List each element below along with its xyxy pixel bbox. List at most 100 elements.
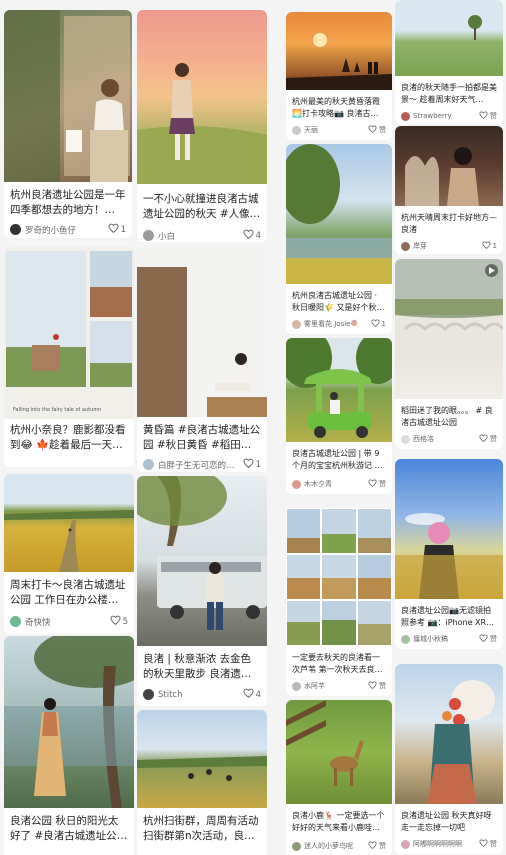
author-name[interactable]: Stitch: [158, 690, 239, 700]
feed-card[interactable]: 杭州天晴周末打卡好地方—良渚 岸芽 1: [395, 126, 503, 254]
post-cover-image[interactable]: [4, 636, 134, 808]
author-name[interactable]: 僵城小秋稿: [413, 634, 475, 644]
like-button[interactable]: 赞: [479, 111, 497, 121]
post-title[interactable]: 一不小心就撞进良渚古城遗址公园的秋天 #人像…: [143, 192, 261, 222]
author-name[interactable]: 天丽: [304, 125, 364, 135]
author-name[interactable]: 小白: [158, 230, 239, 242]
author-name[interactable]: 木木夕青: [304, 479, 364, 489]
post-cover-image[interactable]: [137, 710, 267, 808]
heart-icon[interactable]: [243, 688, 254, 701]
avatar[interactable]: [401, 634, 410, 644]
post-title[interactable]: 黄昏篇 #良渚古城遗址公园 #秋日黄昏 #稻田风…: [143, 423, 261, 453]
post-cover-image[interactable]: [395, 259, 503, 399]
post-cover-image[interactable]: Falling into the fairy tale of autumn: [4, 247, 134, 419]
post-title[interactable]: 周末打卡～良渚古城遗址公园 工作日在办公楼间…: [10, 578, 128, 608]
post-title[interactable]: 良渚遗址公园📷无滤镜拍照参考 📷：iPhone XR…: [401, 605, 497, 628]
heart-icon[interactable]: [368, 125, 377, 135]
heart-icon[interactable]: [479, 111, 488, 121]
like-button[interactable]: 4: [243, 229, 261, 242]
heart-icon[interactable]: [243, 229, 254, 242]
post-cover-image[interactable]: [137, 247, 267, 417]
like-button[interactable]: 赞: [479, 839, 497, 849]
author-name[interactable]: 迷人的小萝鸟呢: [304, 841, 364, 851]
feed-card[interactable]: 良渚 | 秋意渐浓 去金色的秋天里散步 良渚遗址公… Stitch 4: [137, 476, 267, 706]
post-cover-image[interactable]: [286, 144, 392, 284]
post-title[interactable]: 杭州小奈良？鹿影都没看到😂 🍁趁着最后一天…: [10, 423, 128, 453]
post-title[interactable]: 杭州天晴周末打卡好地方—良渚: [401, 212, 497, 235]
heart-icon[interactable]: [479, 434, 488, 444]
post-cover-image[interactable]: [286, 12, 392, 90]
feed-card[interactable]: 良渚小鹿🦌 一定要选一个好好的天气来看小鹿哇… 迷人的小萝鸟呢 赞: [286, 700, 392, 855]
post-cover-image[interactable]: [4, 10, 132, 182]
heart-icon[interactable]: [243, 458, 254, 471]
author-name[interactable]: 白胖子生无可恋的…: [158, 459, 239, 471]
author-name[interactable]: 雾里看花 Josie🍭: [304, 319, 367, 329]
feed-card[interactable]: 黄昏篇 #良渚古城遗址公园 #秋日黄昏 #稻田风… 白胖子生无可恋的… 1: [137, 247, 267, 472]
heart-icon[interactable]: [110, 615, 121, 628]
post-title[interactable]: 良渚的秋天随手一拍都是美景～ 趁着周末好天气…: [401, 82, 497, 105]
post-cover-image[interactable]: [395, 126, 503, 206]
post-cover-image[interactable]: [137, 476, 267, 646]
post-title[interactable]: 良渚古城遗址公园 | 带 9 个月的宝宝杭州秋游记 被小…: [292, 448, 386, 471]
feed-card[interactable]: 周末打卡～良渚古城遗址公园 工作日在办公楼间… 奇快快 5: [4, 474, 134, 634]
like-button[interactable]: 1: [108, 223, 126, 236]
avatar[interactable]: [143, 230, 154, 241]
feed-card[interactable]: 良渚遗址公园📷无滤镜拍照参考 📷：iPhone XR… 僵城小秋稿 赞: [395, 459, 503, 649]
feed-card[interactable]: Falling into the fairy tale of autumn 杭州…: [4, 247, 134, 467]
author-name[interactable]: 阿嘟啊啊啊啊啊: [413, 839, 475, 849]
feed-card[interactable]: 一不小心就撞进良渚古城遗址公园的秋天 #人像… 小白 4: [137, 10, 267, 242]
post-cover-image[interactable]: [286, 508, 392, 646]
heart-icon[interactable]: [371, 319, 380, 329]
avatar[interactable]: [143, 689, 154, 700]
like-button[interactable]: 赞: [368, 681, 386, 691]
like-button[interactable]: 5: [110, 615, 128, 628]
post-title[interactable]: 杭州良渚古城遗址公园 · 秋日暖阳🌾 又是好个秋…: [292, 290, 386, 313]
heart-icon[interactable]: [368, 479, 377, 489]
post-cover-image[interactable]: [395, 0, 503, 76]
feed-card[interactable]: 杭州良渚遗址公园是一年四季都想去的地方！ 杭… 罗奇的小鱼仔 1: [4, 10, 132, 238]
author-name[interactable]: 西格洛: [413, 434, 475, 444]
author-name[interactable]: 岸芽: [413, 241, 478, 251]
avatar[interactable]: [10, 616, 21, 627]
heart-icon[interactable]: [479, 634, 488, 644]
post-title[interactable]: 一定要去秋天的良渚看一次芦苇 第一次秋天去良…: [292, 652, 386, 675]
heart-icon[interactable]: [368, 681, 377, 691]
post-title[interactable]: 良渚公园 秋日的阳光太好了 #良渚古城遗址公园…: [10, 814, 128, 844]
heart-icon[interactable]: [108, 223, 119, 236]
post-title[interactable]: 良渚遗址公园 秋天真好呀 走一走忘掉一切吧: [401, 810, 497, 833]
like-button[interactable]: 1: [482, 241, 497, 251]
post-cover-image[interactable]: [395, 664, 503, 804]
heart-icon[interactable]: [368, 841, 377, 851]
avatar[interactable]: [401, 241, 410, 251]
like-button[interactable]: 赞: [368, 479, 386, 489]
avatar[interactable]: [401, 839, 410, 849]
post-cover-image[interactable]: [137, 10, 267, 184]
feed-card[interactable]: 杭州扫街群，周周有活动扫街群第n次活动，良…: [137, 710, 267, 855]
feed-card[interactable]: 良渚公园 秋日的阳光太好了 #良渚古城遗址公园…: [4, 636, 134, 855]
post-cover-image[interactable]: [395, 459, 503, 599]
heart-icon[interactable]: [482, 241, 491, 251]
post-cover-image[interactable]: [4, 474, 134, 572]
like-button[interactable]: 赞: [479, 434, 497, 444]
author-name[interactable]: 奇快快: [25, 616, 106, 628]
avatar[interactable]: [292, 125, 301, 135]
post-cover-image[interactable]: [286, 338, 392, 442]
avatar[interactable]: [401, 111, 410, 121]
feed-card[interactable]: 良渚遗址公园 秋天真好呀 走一走忘掉一切吧 阿嘟啊啊啊啊啊 赞: [395, 664, 503, 854]
post-title[interactable]: 杭州最美的秋天黄昏落霞🌅打卡攻略📷 良渚古…: [292, 96, 386, 119]
author-name[interactable]: 水阿芊: [304, 681, 364, 691]
post-title[interactable]: 杭州扫街群，周周有活动扫街群第n次活动，良…: [143, 814, 261, 844]
avatar[interactable]: [292, 841, 301, 851]
post-title[interactable]: 良渚 | 秋意渐浓 去金色的秋天里散步 良渚遗址公…: [143, 652, 261, 682]
like-button[interactable]: 赞: [368, 841, 386, 851]
like-button[interactable]: 1: [371, 319, 386, 329]
post-cover-image[interactable]: [286, 700, 392, 804]
author-name[interactable]: Strawberry: [413, 112, 475, 120]
feed-card[interactable]: 一定要去秋天的良渚看一次芦苇 第一次秋天去良… 水阿芊 赞: [286, 508, 392, 696]
play-icon[interactable]: [485, 264, 498, 277]
post-title[interactable]: 杭州良渚遗址公园是一年四季都想去的地方！ 杭…: [10, 188, 126, 218]
like-button[interactable]: 赞: [368, 125, 386, 135]
feed-card[interactable]: 杭州最美的秋天黄昏落霞🌅打卡攻略📷 良渚古… 天丽 赞: [286, 12, 392, 140]
like-button[interactable]: 4: [243, 688, 261, 701]
heart-icon[interactable]: [479, 839, 488, 849]
